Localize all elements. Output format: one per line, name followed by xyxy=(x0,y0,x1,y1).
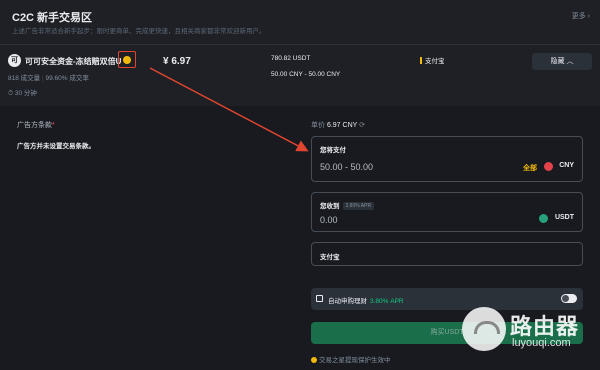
terms-label: 广告方条款* xyxy=(17,122,55,129)
ad-row: 可 可可安全资金-冻结赔双倍U 818 成交量 | 99.60% 成交率 ⏱ 3… xyxy=(0,44,600,106)
refresh-icon[interactable]: ⟳ xyxy=(359,122,365,129)
watermark-url: luyouqi.com xyxy=(512,337,571,349)
order-limit: 50.00 CNY - 50.00 CNY xyxy=(271,71,341,78)
receive-amount[interactable]: 0.00 xyxy=(320,215,338,225)
pay-input-box[interactable]: 您将支付 50.00 - 50.00 全部 CNY xyxy=(311,136,583,182)
payment-method-select[interactable]: 支付宝 xyxy=(311,242,583,266)
orders-count: 818 成交量 xyxy=(8,75,41,82)
receive-currency: USDT xyxy=(554,214,574,221)
auto-subscribe-toggle[interactable] xyxy=(561,294,577,303)
pay-label: 您将支付 xyxy=(320,147,346,154)
pay-amount-input[interactable]: 50.00 - 50.00 xyxy=(320,162,373,172)
page-subtitle: 上述广告非常适合新手起步：限时更商单、完成更快速，且相关商家都非常欢迎新用户。 xyxy=(12,28,266,35)
ad-price: ¥ 6.97 xyxy=(163,56,191,67)
router-logo-icon xyxy=(462,307,506,351)
clock-icon: ⏱ xyxy=(8,90,15,97)
pay-currency: CNY xyxy=(559,162,574,169)
page-title: C2C 新手交易区 xyxy=(12,12,93,24)
required-mark: * xyxy=(52,122,55,129)
more-link[interactable]: 更多 › xyxy=(572,11,590,21)
merchant-badge-highlight xyxy=(118,51,136,68)
lock-icon xyxy=(316,295,323,302)
protection-notice: 交易之星提现保护生效中 xyxy=(311,354,391,364)
watermark-logo: 路由器 luyouqi.com xyxy=(460,305,600,370)
merchant-name[interactable]: 可可安全资金-冻结赔双倍U xyxy=(25,56,121,67)
merchant-avatar[interactable]: 可 xyxy=(8,54,21,67)
hide-button[interactable]: 隐藏 ︿ xyxy=(532,53,592,70)
usdt-currency-icon xyxy=(539,214,548,223)
cny-currency-icon xyxy=(544,162,553,171)
payment-time: ⏱ 30 分钟 xyxy=(8,90,37,97)
receive-label: 您收到 3.80% APR xyxy=(320,200,375,210)
receive-input-box[interactable]: 您收到 3.80% APR 0.00 USDT xyxy=(311,192,583,232)
auto-subscribe-label: 自动申购理财 3.80% APR xyxy=(328,298,404,305)
section-header: C2C 新手交易区 上述广告非常适合新手起步：限时更商单、完成更快速，且相关商家… xyxy=(0,0,600,44)
chevron-up-icon: ︿ xyxy=(566,58,574,65)
merchant-stats: 818 成交量 | 99.60% 成交率 xyxy=(8,75,89,82)
payment-method-label: 支付宝 xyxy=(320,254,340,261)
available-amount: 780.82 USDT xyxy=(271,55,311,62)
all-button[interactable]: 全部 xyxy=(523,163,537,173)
terms-text: 广告方并未设置交易条款。 xyxy=(17,143,95,150)
payment-method-tag: 支付宝 xyxy=(420,55,445,65)
apr-badge: 3.80% APR xyxy=(342,202,375,210)
verified-badge-icon[interactable] xyxy=(123,55,131,64)
unit-price: 单价 6.97 CNY ⟳ xyxy=(311,122,366,129)
completion-rate: 99.60% 成交率 xyxy=(45,75,89,82)
